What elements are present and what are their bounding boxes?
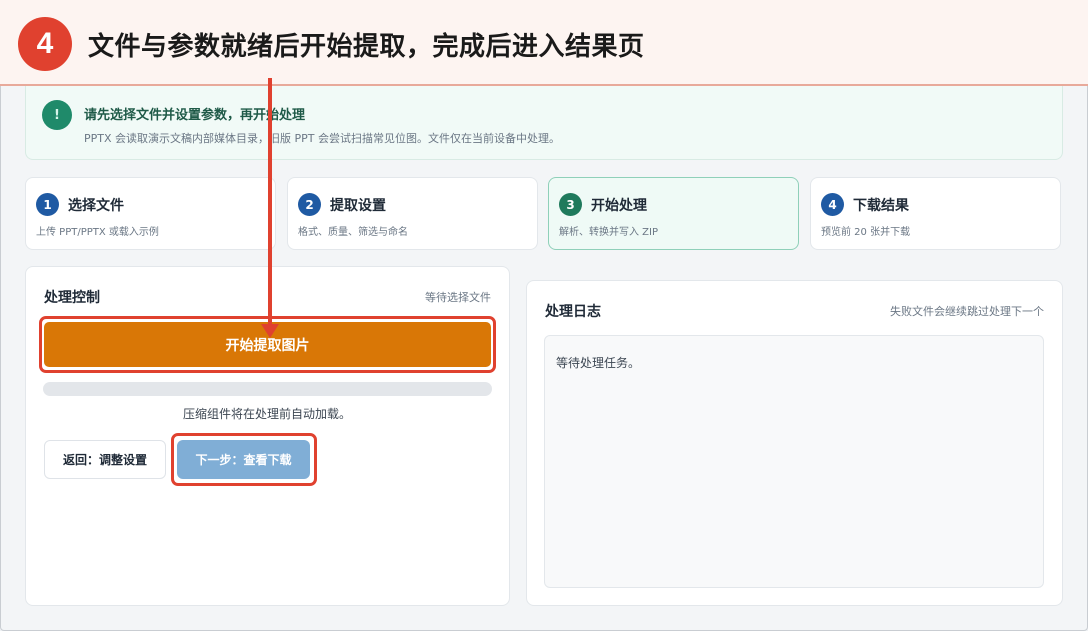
notice-subtitle: PPTX 会读取演示文稿内部媒体目录，旧版 PPT 会尝试扫描常见位图。文件仅在… — [84, 132, 560, 145]
step-badge: 4 — [18, 17, 72, 71]
step-select-file[interactable]: 1 选择文件 上传 PPT/PPTX 或载入示例 — [25, 177, 276, 250]
log-panel-title: 处理日志 — [545, 304, 601, 320]
step-desc: 预览前 20 张并下载 — [821, 227, 911, 238]
step-desc: 解析、转换并写入 ZIP — [559, 227, 659, 238]
control-panel-title: 处理控制 — [44, 290, 100, 306]
banner-title: 文件与参数就绪后开始提取，完成后进入结果页 — [88, 32, 645, 62]
log-panel-meta: 失败文件会继续跳过处理下一个 — [890, 305, 1044, 318]
stepper: 1 选择文件 上传 PPT/PPTX 或载入示例 2 提取设置 格式、质量、筛选… — [25, 177, 1063, 251]
log-output[interactable]: 等待处理任务。 — [544, 335, 1044, 588]
info-icon: ! — [42, 100, 72, 130]
step-title: 开始处理 — [591, 198, 647, 214]
step-start-processing[interactable]: 3 开始处理 解析、转换并写入 ZIP — [548, 177, 799, 250]
step-title: 提取设置 — [330, 198, 386, 214]
step-download-results[interactable]: 4 下载结果 预览前 20 张并下载 — [810, 177, 1061, 250]
step-title: 选择文件 — [68, 198, 124, 214]
step-number: 2 — [298, 193, 321, 216]
notice-card: ! 请先选择文件并设置参数，再开始处理 PPTX 会读取演示文稿内部媒体目录，旧… — [25, 86, 1063, 160]
annotation-arrow-head — [261, 324, 279, 338]
control-status: 等待选择文件 — [425, 291, 491, 304]
step-number: 4 — [821, 193, 844, 216]
step-desc: 格式、质量、筛选与命名 — [298, 227, 408, 238]
step-number: 3 — [559, 193, 582, 216]
step-title: 下载结果 — [853, 198, 909, 214]
next-button[interactable]: 下一步：查看下载 — [177, 440, 310, 479]
step-number: 1 — [36, 193, 59, 216]
back-button[interactable]: 返回：调整设置 — [44, 440, 166, 479]
step-extract-settings[interactable]: 2 提取设置 格式、质量、筛选与命名 — [287, 177, 538, 250]
annotation-arrow-line — [268, 78, 272, 328]
log-text: 等待处理任务。 — [556, 356, 641, 370]
progress-bar — [43, 382, 492, 396]
step-desc: 上传 PPT/PPTX 或载入示例 — [36, 227, 159, 238]
instruction-banner: 4 文件与参数就绪后开始提取，完成后进入结果页 — [0, 0, 1088, 86]
progress-hint: 压缩组件将在处理前自动加载。 — [182, 407, 351, 421]
